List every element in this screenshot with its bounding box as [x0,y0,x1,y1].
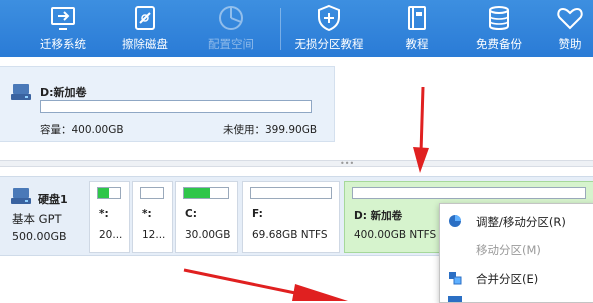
tutorial-button[interactable]: 教程 [392,0,442,57]
partition-tutorial-label: 无损分区教程 [294,37,364,51]
partition-block[interactable]: F: 69.68GB NTFS [242,181,340,253]
menu-item-move[interactable]: 移动分区(M) [440,236,593,262]
toolbar: 迁移系统 擦除磁盘 配置空间 无损分区教程 教程 免费备份 赞助 [0,0,593,57]
migrate-os-label: 迁移系统 [40,37,86,51]
disk-size: 500.00GB [12,230,67,243]
allocate-space-button[interactable]: 配置空间 [198,0,264,57]
wipe-disk-icon [135,6,155,30]
partition-info: 400.00GB NTFS [354,229,437,241]
partition-block[interactable]: C: 30.00GB [175,181,238,253]
volume-drive-icon [11,84,31,100]
hard-disk-icon [11,188,31,204]
heart-icon [557,7,583,30]
annotation-arrow-right [183,268,348,301]
volume-usage-bar [40,100,312,113]
menu-item-label: 移动分区(M) [476,243,541,257]
resize-partition-icon [449,215,461,227]
volume-unused: 未使用：399.90GB [223,124,318,136]
menu-item-label: 合并分区(E) [476,272,539,286]
partition-usage-bar [250,187,332,199]
menu-item-merge[interactable]: 合并分区(E) [440,265,593,291]
partition-label: *: [142,208,152,220]
book-icon [408,6,426,30]
partition-usage-bar [97,187,121,199]
partition-usage-bar [183,187,229,199]
partition-tutorial-button[interactable]: 无损分区教程 [290,0,368,57]
merge-partition-icon [449,272,462,285]
sponsor-button[interactable]: 赞助 [548,0,592,57]
backup-icon [489,6,509,31]
partition-label: D: 新加卷 [354,210,403,222]
partition-usage-fill [184,188,211,198]
partition-label: C: [185,208,197,220]
context-menu: 调整/移动分区(R) 移动分区(M) 合并分区(E) [439,203,593,303]
selected-volume-card[interactable]: D:新加卷 容量：400.00GB 未使用：399.90GB [0,66,335,142]
free-backup-button[interactable]: 免费备份 [467,0,531,57]
partition-usage-bar [140,187,164,199]
sponsor-label: 赞助 [558,37,582,51]
menu-item-label: 调整/移动分区(R) [476,215,566,229]
partition-info: 12... [142,229,166,241]
shield-icon [318,4,340,32]
wipe-disk-label: 擦除磁盘 [122,37,168,51]
allocate-space-label: 配置空间 [208,37,254,51]
menu-item-resize-move[interactable]: 调整/移动分区(R) [440,208,593,234]
volume-capacity: 容量：400.00GB [40,124,124,136]
partition-label: F: [252,208,263,220]
partition-label: *: [99,208,109,220]
partition-usage-fill [98,188,109,198]
toolbar-separator [280,8,281,50]
migrate-os-button[interactable]: 迁移系统 [30,0,96,57]
disk-name: 硬盘1 [38,193,68,206]
partition-block[interactable]: *: 12... [132,181,173,253]
migrate-os-icon [51,7,75,30]
panel-splitter[interactable]: ••• [0,159,593,168]
tutorial-label: 教程 [405,37,429,51]
free-backup-label: 免费备份 [476,37,522,51]
partition-info: 69.68GB NTFS [252,229,328,241]
wipe-disk-button[interactable]: 擦除磁盘 [112,0,178,57]
disk-type: 基本 GPT [12,212,62,226]
partition-info: 20... [99,229,123,241]
partition-block[interactable]: *: 20... [89,181,130,253]
partition-info: 30.00GB [185,229,231,241]
menu-item-cutoff-icon [448,296,462,302]
partition-usage-bar [352,187,586,199]
allocate-space-icon [219,6,243,30]
splitter-grip-icon: ••• [340,159,355,168]
volume-name: D:新加卷 [40,86,87,99]
